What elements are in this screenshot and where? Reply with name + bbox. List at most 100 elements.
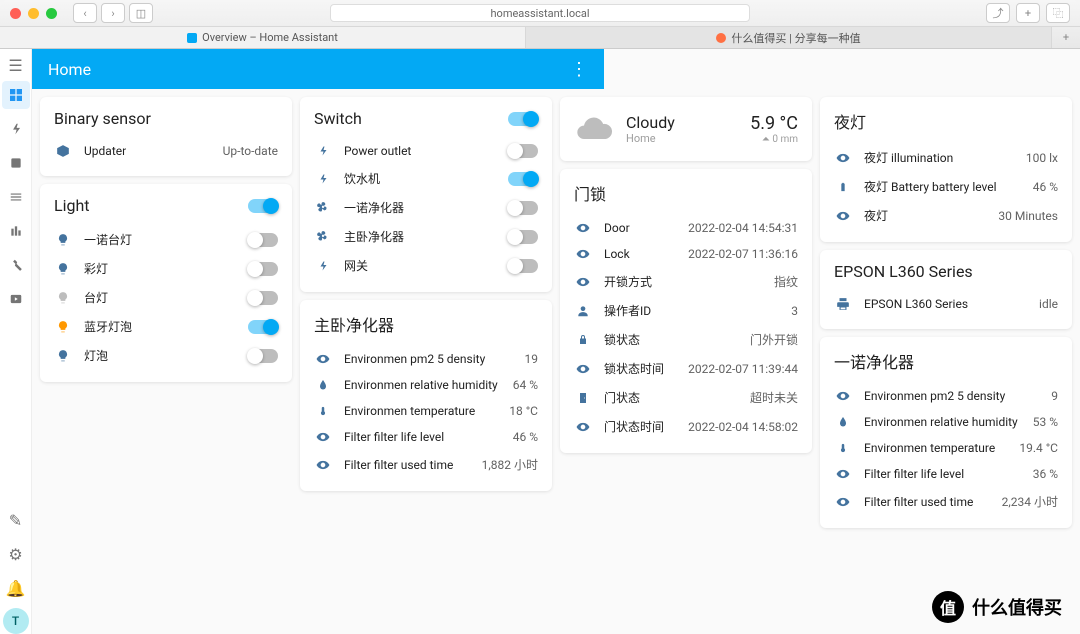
entity-row[interactable]: 一诺台灯 [54,225,278,254]
entity-row[interactable]: Filter filter life level46 % [314,424,538,450]
entity-row[interactable]: Filter filter used time2,234 小时 [834,487,1058,516]
sidebar-energy[interactable] [2,115,30,143]
url-bar[interactable]: homeassistant.local [330,4,750,22]
sidebar-toggle[interactable]: ◫ [129,3,153,23]
new-tab-plus[interactable]: + [1052,27,1080,48]
entity-toggle[interactable] [248,233,278,247]
weather-temp: 5.9 °C [750,113,798,134]
card-title: EPSON L360 Series [834,262,1058,281]
sidebar-dev-tools[interactable]: ✎ [2,506,30,534]
back-button[interactable]: ‹ [73,3,97,23]
entity-row[interactable]: Environmen pm2 5 density9 [834,383,1058,409]
entity-row[interactable]: Filter filter life level36 % [834,461,1058,487]
app: ☰ ✎ ⚙ 🔔 T Home ⋮ [0,49,1080,634]
entity-row[interactable]: 门状态超时未关 [574,383,798,412]
sidebar-map[interactable] [2,149,30,177]
entity-row[interactable]: Environmen temperature19.4 °C [834,435,1058,461]
entity-toggle[interactable] [248,320,278,334]
entity-row[interactable]: EPSON L360 Seriesidle [834,291,1058,317]
sidebar-notifications[interactable]: 🔔 [2,574,30,602]
avatar[interactable]: T [3,608,29,634]
entity-label: 饮水机 [344,170,496,187]
entity-row[interactable]: Environmen relative humidity64 % [314,372,538,398]
tab-item[interactable]: Overview – Home Assistant [0,27,526,48]
entity-row[interactable]: 台灯 [54,283,278,312]
sidebar-dashboard[interactable] [2,81,30,109]
entity-row[interactable]: 开锁方式指纹 [574,267,798,296]
entity-row[interactable]: Environmen temperature18 °C [314,398,538,424]
entity-row[interactable]: 锁状态门外开锁 [574,325,798,354]
entity-value: 指纹 [774,273,798,290]
entity-value: 53 % [1033,415,1058,429]
favicon-icon [187,33,197,43]
entity-toggle[interactable] [508,201,538,215]
share-button[interactable]: ⤴ [986,3,1010,23]
entity-toggle[interactable] [508,230,538,244]
kebab-menu-icon[interactable]: ⋮ [570,59,588,80]
hamburger-icon[interactable]: ☰ [6,55,26,75]
card-light: Light 一诺台灯彩灯台灯蓝牙灯泡灯泡 [40,184,292,382]
entity-row[interactable]: Environmen relative humidity53 % [834,409,1058,435]
minimize-window[interactable] [28,8,39,19]
entity-label: 操作者ID [604,302,779,319]
entity-row[interactable]: 夜灯 illumination100 lx [834,143,1058,172]
new-tab-button[interactable]: + [1016,3,1040,23]
entity-row[interactable]: 网关 [314,251,538,280]
entity-toggle[interactable] [508,144,538,158]
entity-toggle[interactable] [248,262,278,276]
entity-label: 台灯 [84,289,236,306]
entity-label: Environmen pm2 5 density [344,352,513,366]
nav-arrows: ‹ › ◫ [73,3,153,23]
entity-row[interactable]: Lock2022-02-07 11:36:16 [574,241,798,267]
sidebar-media[interactable] [2,285,30,313]
entity-row[interactable]: 彩灯 [54,254,278,283]
card-switch: Switch Power outlet饮水机一诺净化器主卧净化器网关 [300,97,552,292]
card-weather[interactable]: Cloudy Home 5.9 °C ⏶ 0 mm [560,97,812,161]
entity-row[interactable]: 夜灯 Battery battery level46 % [834,172,1058,201]
sidebar-history[interactable] [2,217,30,245]
entity-row[interactable]: 饮水机 [314,164,538,193]
eye-icon [574,221,592,235]
favicon-icon [716,33,726,43]
entity-label: 门状态 [604,389,738,406]
close-window[interactable] [10,8,21,19]
eye-icon [834,151,852,165]
entity-row[interactable]: UpdaterUp-to-date [54,138,278,164]
entity-toggle[interactable] [508,172,538,186]
entity-toggle[interactable] [508,259,538,273]
tabs-button[interactable]: ⿻ [1046,3,1070,23]
entity-label: Filter filter used time [864,495,990,509]
sidebar-settings[interactable]: ⚙ [2,540,30,568]
entity-row[interactable]: 操作者ID3 [574,296,798,325]
entity-row[interactable]: Environmen pm2 5 density19 [314,346,538,372]
eye-icon [834,467,852,481]
tab-item[interactable]: 什么值得买 | 分享每一种值 [526,27,1052,48]
entity-toggle[interactable] [248,291,278,305]
entity-value: 2022-02-07 11:39:44 [688,362,798,376]
entity-row[interactable]: 锁状态时间 2022-02-07 11:39:44 [574,354,798,383]
switch-master-toggle[interactable] [508,112,538,126]
entity-row[interactable]: 蓝牙灯泡 [54,312,278,341]
entity-row[interactable]: 门状态时间2022-02-04 14:58:02 [574,412,798,441]
eye-icon [314,352,332,366]
entity-label: Environmen relative humidity [344,378,501,392]
entity-label: Environmen temperature [864,441,1007,455]
entity-toggle[interactable] [248,349,278,363]
entity-row[interactable]: 夜灯30 Minutes [834,201,1058,230]
flash-icon [314,144,332,158]
forward-button[interactable]: › [101,3,125,23]
entity-row[interactable]: 灯泡 [54,341,278,370]
eye-icon [574,247,592,261]
entity-label: 锁状态时间 [604,360,676,377]
sidebar-tools[interactable] [2,251,30,279]
entity-row[interactable]: Door2022-02-04 14:54:31 [574,215,798,241]
sidebar-logbook[interactable] [2,183,30,211]
entity-row[interactable]: Power outlet [314,138,538,164]
entity-row[interactable]: 主卧净化器 [314,222,538,251]
card-title: Binary sensor [54,109,278,128]
maximize-window[interactable] [46,8,57,19]
entity-row[interactable]: 一诺净化器 [314,193,538,222]
entity-row[interactable]: Filter filter used time1,882 小时 [314,450,538,479]
light-master-toggle[interactable] [248,199,278,213]
traffic-lights [10,8,57,19]
